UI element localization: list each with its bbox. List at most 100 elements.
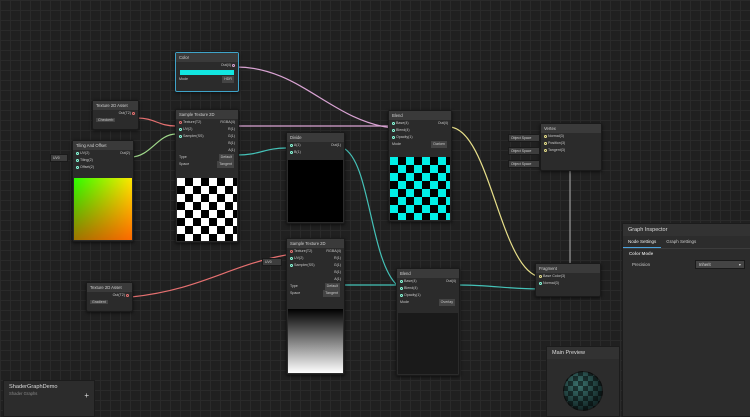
input-label: UV(2) xyxy=(183,127,193,131)
graph-inspector-panel[interactable]: Graph Inspector Node Settings Graph Sett… xyxy=(622,223,750,417)
input-pin[interactable] xyxy=(544,148,547,152)
input-pin[interactable] xyxy=(544,134,547,138)
tab-graph-settings[interactable]: Graph Settings xyxy=(661,236,701,248)
input-pin[interactable] xyxy=(400,279,403,283)
input-pin[interactable] xyxy=(392,128,395,132)
output-label: Out(T2) xyxy=(118,111,131,115)
node-title: Sample Texture 2D xyxy=(287,239,344,248)
mode-dropdown[interactable]: HDR xyxy=(222,76,234,83)
texture-asset-node[interactable]: Texture 2D Asset Out(T2) Gradient xyxy=(86,282,133,312)
output-label: Out(2) xyxy=(119,151,130,155)
blackboard-title: ShaderGraphDemo xyxy=(9,384,58,390)
blend-preview xyxy=(398,313,458,374)
node-title: Sample Texture 2D xyxy=(176,110,238,119)
space-label: Space xyxy=(179,162,190,166)
output-label: R(1) xyxy=(228,127,235,131)
vertex-normal-field[interactable]: Object Space xyxy=(508,134,540,142)
blend-preview xyxy=(390,157,450,220)
tab-node-settings[interactable]: Node Settings xyxy=(623,236,662,248)
mode-dropdown[interactable]: Darken xyxy=(431,141,447,148)
input-pin[interactable] xyxy=(290,143,293,147)
input-label: Opacity(1) xyxy=(396,135,413,139)
node-title: Blend xyxy=(389,111,451,120)
divide-node[interactable]: Divide A(1) Out(1) B(1) xyxy=(286,132,345,224)
type-dropdown[interactable]: Default xyxy=(324,283,340,290)
space-dropdown[interactable]: Tangent xyxy=(217,161,234,168)
space-label: Space xyxy=(290,291,301,295)
inspector-title: Graph Inspector xyxy=(623,224,750,236)
type-label: Type xyxy=(179,155,187,159)
output-pin[interactable] xyxy=(126,293,129,297)
main-preview-panel[interactable]: Main Preview xyxy=(546,346,620,417)
input-label: Tiling(2) xyxy=(79,158,93,162)
mode-dropdown[interactable]: Overlay xyxy=(438,299,455,306)
input-pin[interactable] xyxy=(539,281,542,285)
node-title: Tiling And Offset xyxy=(73,141,133,150)
vertex-tangent-field[interactable]: Object Space xyxy=(508,160,540,168)
input-label: Blend(4) xyxy=(396,128,410,132)
input-label: Sampler(SS) xyxy=(294,263,315,267)
input-pin[interactable] xyxy=(179,127,182,131)
input-pin[interactable] xyxy=(392,135,395,139)
node-title: Fragment xyxy=(536,264,600,273)
input-pin[interactable] xyxy=(539,274,542,278)
vertex-node[interactable]: Vertex Normal(3) Position(3) Tangent(3) xyxy=(540,123,602,171)
input-label: Base(4) xyxy=(404,279,417,283)
mode-label: Mode xyxy=(400,300,409,304)
output-label: Out(T2) xyxy=(112,293,125,297)
add-property-button[interactable]: + xyxy=(84,391,89,400)
color-node[interactable]: Color Out(4) Mode HDR xyxy=(175,52,239,92)
input-pin[interactable] xyxy=(400,293,403,297)
blend-node[interactable]: Blend Base(4) Out(4) Blend(4) Opacity(1) … xyxy=(388,110,452,222)
texture-field[interactable]: Checkerb xyxy=(96,118,116,122)
space-dropdown[interactable]: Tangent xyxy=(323,290,340,297)
input-pin[interactable] xyxy=(76,165,79,169)
chevron-down-icon: ▾ xyxy=(738,262,741,267)
input-pin[interactable] xyxy=(392,121,395,125)
blend-node[interactable]: Blend Base(4) Out(4) Blend(4) Opacity(1) … xyxy=(396,268,460,376)
node-title: Color xyxy=(176,53,238,62)
input-pin[interactable] xyxy=(76,158,79,162)
input-label: Normal(3) xyxy=(548,134,564,138)
input-label: A(1) xyxy=(293,143,301,147)
input-label: Tangent(3) xyxy=(547,148,566,152)
input-label: UV(2) xyxy=(80,151,90,155)
input-pin[interactable] xyxy=(290,256,293,260)
uv-input-field[interactable]: UV0 xyxy=(50,154,68,162)
preview-sphere[interactable] xyxy=(563,371,603,411)
fragment-node[interactable]: Fragment Base Color(3) Normal(3) xyxy=(535,263,601,297)
input-pin[interactable] xyxy=(400,286,403,290)
input-pin[interactable] xyxy=(76,151,79,155)
texture-field[interactable]: Gradient xyxy=(90,300,108,304)
output-label: Out(4) xyxy=(220,63,231,67)
uv-input-field[interactable]: UV0 xyxy=(262,258,282,266)
output-pin[interactable] xyxy=(132,111,135,115)
input-pin[interactable] xyxy=(179,120,182,124)
checker-preview xyxy=(177,178,237,241)
output-label: G(1) xyxy=(227,134,235,138)
blackboard-panel[interactable]: ShaderGraphDemo Shader Graphs + xyxy=(3,380,95,417)
output-label: RGBA(4) xyxy=(326,249,341,253)
input-pin[interactable] xyxy=(290,249,293,253)
preview-title: Main Preview xyxy=(547,347,619,359)
color-swatch[interactable] xyxy=(180,70,234,75)
tiling-offset-node[interactable]: Tiling And Offset UV(2) Out(2) Tiling(2) … xyxy=(72,140,134,242)
texture-asset-node[interactable]: Texture 2D Asset Out(T2) Checkerb xyxy=(92,100,139,130)
input-label: Offset(2) xyxy=(80,165,94,169)
output-pin[interactable] xyxy=(232,63,235,67)
input-pin[interactable] xyxy=(544,141,547,145)
output-label: B(1) xyxy=(334,270,341,274)
input-pin[interactable] xyxy=(290,263,293,267)
type-dropdown[interactable]: Default xyxy=(218,154,234,161)
input-label: Base Color(3) xyxy=(543,274,566,278)
precision-dropdown[interactable]: Inherit ▾ xyxy=(695,260,745,269)
input-pin[interactable] xyxy=(290,150,293,154)
vertex-position-field[interactable]: Object Space xyxy=(508,147,540,155)
sample-texture-node[interactable]: Sample Texture 2D Texture(T2) RGBA(4) UV(… xyxy=(175,109,239,243)
output-label: R(1) xyxy=(334,256,341,260)
input-label: Blend(4) xyxy=(404,286,418,290)
input-pin[interactable] xyxy=(179,134,182,138)
output-label: Out(1) xyxy=(330,143,341,147)
sample-texture-node[interactable]: Sample Texture 2D Texture(T2) RGBA(4) UV(… xyxy=(286,238,345,375)
output-label: B(1) xyxy=(228,141,235,145)
